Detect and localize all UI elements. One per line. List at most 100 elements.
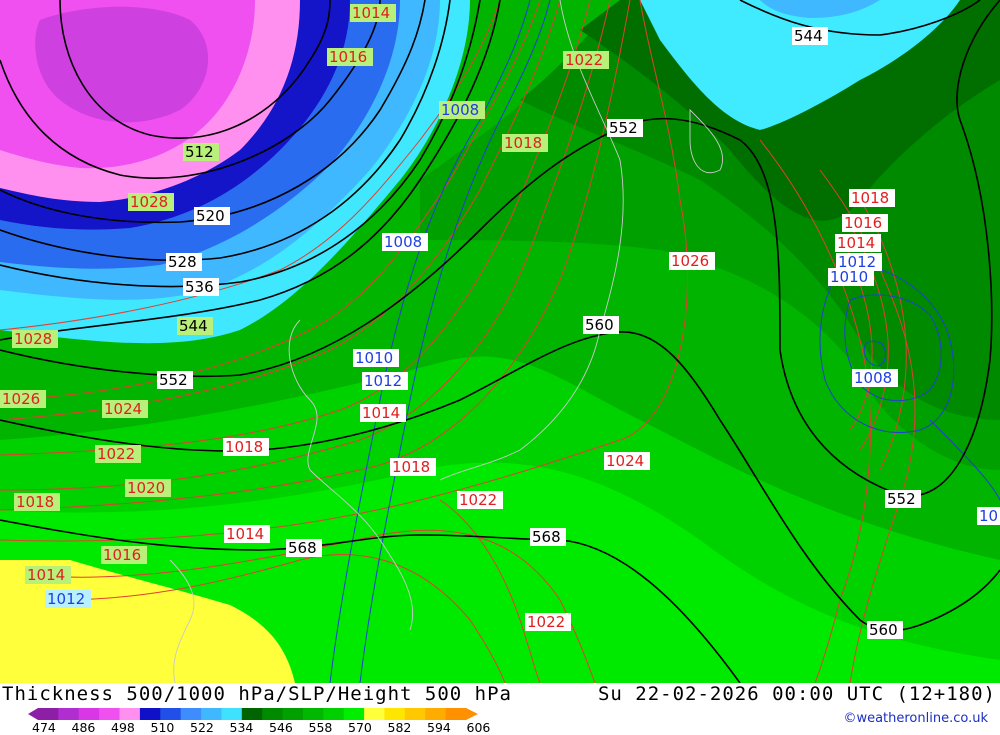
scale-swatch	[404, 708, 426, 720]
scale-swatch	[139, 708, 161, 720]
scale-swatch	[99, 708, 121, 720]
slp-label-text: 1008	[441, 101, 479, 119]
slp-label-text: 1010	[830, 268, 868, 286]
scale-arrow-right	[466, 708, 478, 720]
slp-label-text: 1020	[127, 479, 165, 497]
slp-label-text: 1012	[364, 372, 402, 390]
slp-label: 1026	[669, 252, 715, 270]
scale-swatch	[180, 708, 202, 720]
slp-label-text: 1022	[565, 51, 603, 69]
slp-label: 1022	[563, 51, 609, 69]
slp-label-text: 1028	[14, 330, 52, 348]
slp-label: 1014	[350, 4, 396, 22]
slp-label: 1018	[390, 458, 436, 476]
slp-label: 1016	[842, 214, 888, 232]
slp-label: 1008	[852, 369, 898, 387]
slp-label: 1020	[125, 479, 171, 497]
slp-label: 1022	[525, 613, 571, 631]
slp-label: 1008	[382, 233, 428, 251]
slp-label: 1018	[223, 438, 269, 456]
slp-label-text: 1012	[47, 590, 85, 608]
slp-label: 1008	[439, 101, 485, 119]
slp-label: 1010	[828, 268, 874, 286]
slp-label-text: 1018	[225, 438, 263, 456]
height-label: 536	[183, 278, 219, 296]
slp-label-text: 1024	[606, 452, 644, 470]
slp-label-text: 10	[979, 507, 998, 525]
slp-label-text: 1014	[362, 404, 400, 422]
slp-label: 1026	[0, 390, 46, 408]
slp-label-text: 1008	[854, 369, 892, 387]
scale-swatch	[201, 708, 222, 720]
height-label-text: 568	[532, 528, 561, 546]
slp-label: 1014	[25, 566, 71, 584]
slp-label: 1018	[14, 493, 60, 511]
slp-label: 1018	[502, 134, 548, 152]
height-label: 568	[286, 539, 322, 557]
height-label-text: 552	[159, 371, 188, 389]
slp-label-text: 1022	[527, 613, 565, 631]
height-label-text: 560	[869, 621, 898, 639]
slp-label-text: 1014	[837, 234, 875, 252]
scale-swatch	[160, 708, 182, 720]
map-footer: Thickness 500/1000 hPa/SLP/Height 500 hP…	[0, 683, 1000, 735]
slp-label: 1016	[101, 546, 147, 564]
scale-swatch	[282, 708, 304, 720]
scale-swatch	[302, 708, 324, 720]
scale-swatch	[221, 708, 243, 720]
height-label: 552	[607, 119, 643, 137]
slp-label-text: 1016	[103, 546, 141, 564]
slp-label: 1014	[224, 525, 270, 543]
slp-label: 10	[977, 507, 1000, 525]
slp-label-text: 1022	[459, 491, 497, 509]
height-label-text: 552	[887, 490, 916, 508]
height-label: 568	[530, 528, 566, 546]
slp-label-text: 1024	[104, 400, 142, 418]
slp-label-text: 1008	[384, 233, 422, 251]
slp-label: 1024	[102, 400, 148, 418]
slp-label: 1014	[360, 404, 406, 422]
scale-swatch	[445, 708, 467, 720]
slp-label-text: 1026	[2, 390, 40, 408]
slp-label-text: 1018	[851, 189, 889, 207]
slp-label-text: 1016	[844, 214, 882, 232]
scale-swatch	[241, 708, 263, 720]
height-label-text: 544	[794, 27, 823, 45]
height-label: 544	[177, 317, 213, 335]
height-label-text: 552	[609, 119, 638, 137]
slp-label: 1028	[128, 193, 174, 211]
height-label: 520	[194, 207, 230, 225]
slp-label-text: 1014	[352, 4, 390, 22]
height-label: 544	[792, 27, 828, 45]
height-label-text: 520	[196, 207, 225, 225]
scale-swatch	[38, 708, 59, 720]
slp-label: 1010	[353, 349, 399, 367]
slp-label-text: 1016	[329, 48, 367, 66]
scale-swatch	[262, 708, 284, 720]
slp-label: 1012	[45, 590, 91, 608]
height-label: 560	[867, 621, 903, 639]
slp-label-text: 1028	[130, 193, 168, 211]
scale-swatch	[384, 708, 406, 720]
slp-label: 1022	[95, 445, 141, 463]
height-label-text: 528	[168, 253, 197, 271]
height-label-text: 536	[185, 278, 214, 296]
height-label: 528	[166, 253, 202, 271]
height-label-text: 560	[585, 316, 614, 334]
height-label: 552	[157, 371, 193, 389]
scale-swatch	[364, 708, 385, 720]
scale-swatch	[343, 708, 365, 720]
credit-link[interactable]: ©weatheronline.co.uk	[843, 711, 988, 726]
slp-label: 1022	[457, 491, 503, 509]
height-label: 560	[583, 316, 619, 334]
slp-label-text: 1022	[97, 445, 135, 463]
slp-label: 1018	[849, 189, 895, 207]
slp-label: 1012	[362, 372, 408, 390]
scale-swatch	[323, 708, 345, 720]
height-label: 552	[885, 490, 921, 508]
slp-label-text: 1026	[671, 252, 709, 270]
slp-label-text: 1018	[504, 134, 542, 152]
weather-map: 512 520 528 536 544 544 552 552 552 560 …	[0, 0, 1000, 683]
height-label-text: 544	[179, 317, 208, 335]
scale-swatch	[58, 708, 80, 720]
